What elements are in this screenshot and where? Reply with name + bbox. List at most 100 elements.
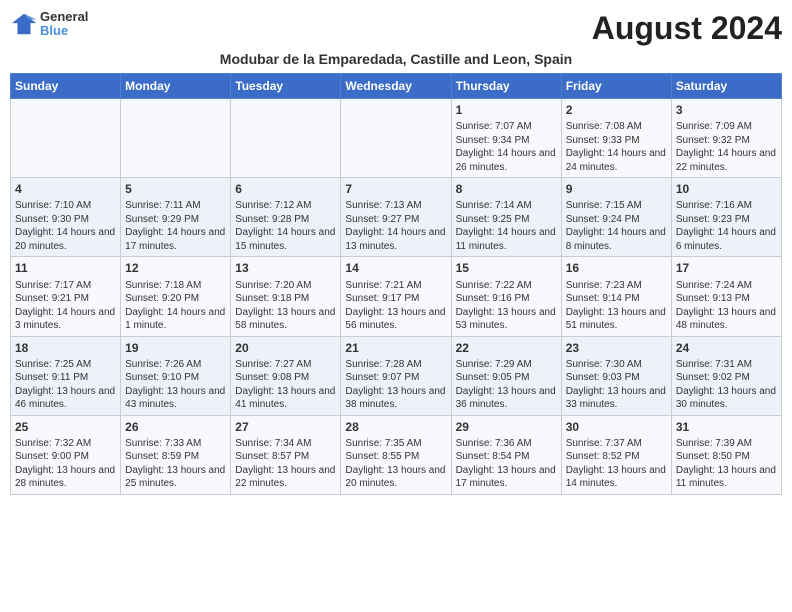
calendar-cell: 27 Sunrise: 7:34 AM Sunset: 8:57 PM Dayli… xyxy=(231,415,341,494)
day-number: 13 xyxy=(235,260,336,276)
day-info: Sunrise: 7:13 AM Sunset: 9:27 PM Dayligh… xyxy=(345,199,446,253)
day-number: 26 xyxy=(125,419,226,435)
calendar-cell: 26Sunrise: 7:33 AM Sunset: 8:59 PM Dayli… xyxy=(121,415,231,494)
day-number: 12 xyxy=(125,260,226,276)
calendar-week-row: 4 Sunrise: 7:10 AM Sunset: 9:30 PM Daylig… xyxy=(11,178,782,257)
day-info: Sunrise: 7:37 AM Sunset: 8:52 PM Dayligh… xyxy=(566,437,667,491)
day-number: 11 xyxy=(15,260,116,276)
weekday-header: Sunday xyxy=(11,74,121,99)
day-info: Sunrise: 7:29 AM Sunset: 9:05 PM Dayligh… xyxy=(456,358,557,412)
logo-icon xyxy=(10,10,38,38)
day-info: Sunrise: 7:26 AM Sunset: 9:10 PM Dayligh… xyxy=(125,358,226,412)
day-info: Sunrise: 7:30 AM Sunset: 9:03 PM Dayligh… xyxy=(566,358,667,412)
calendar-cell xyxy=(231,99,341,178)
day-number: 7 xyxy=(345,181,446,197)
day-number: 20 xyxy=(235,340,336,356)
day-number: 2 xyxy=(566,102,667,118)
calendar-cell: 10Sunrise: 7:16 AM Sunset: 9:23 PM Dayli… xyxy=(671,178,781,257)
calendar-cell: 7 Sunrise: 7:13 AM Sunset: 9:27 PM Daylig… xyxy=(341,178,451,257)
calendar-week-row: 18 Sunrise: 7:25 AM Sunset: 9:11 PM Dayli… xyxy=(11,336,782,415)
logo: General Blue xyxy=(10,10,88,39)
calendar-cell: 16 Sunrise: 7:23 AM Sunset: 9:14 PM Dayli… xyxy=(561,257,671,336)
day-number: 16 xyxy=(566,260,667,276)
calendar-cell: 2 Sunrise: 7:08 AM Sunset: 9:33 PM Daylig… xyxy=(561,99,671,178)
day-number: 3 xyxy=(676,102,777,118)
day-info: Sunrise: 7:15 AM Sunset: 9:24 PM Dayligh… xyxy=(566,199,667,253)
day-number: 21 xyxy=(345,340,446,356)
calendar-cell: 20 Sunrise: 7:27 AM Sunset: 9:08 PM Dayli… xyxy=(231,336,341,415)
calendar-cell: 6 Sunrise: 7:12 AM Sunset: 9:28 PM Daylig… xyxy=(231,178,341,257)
weekday-header: Friday xyxy=(561,74,671,99)
day-info: Sunrise: 7:17 AM Sunset: 9:21 PM Dayligh… xyxy=(15,279,116,333)
day-number: 9 xyxy=(566,181,667,197)
day-info: Sunrise: 7:32 AM Sunset: 9:00 PM Dayligh… xyxy=(15,437,116,491)
location-subtitle: Modubar de la Emparedada, Castille and L… xyxy=(10,51,782,67)
day-info: Sunrise: 7:34 AM Sunset: 8:57 PM Dayligh… xyxy=(235,437,336,491)
calendar-cell xyxy=(11,99,121,178)
day-info: Sunrise: 7:36 AM Sunset: 8:54 PM Dayligh… xyxy=(456,437,557,491)
weekday-header-row: SundayMondayTuesdayWednesdayThursdayFrid… xyxy=(11,74,782,99)
calendar-cell: 24Sunrise: 7:31 AM Sunset: 9:02 PM Dayli… xyxy=(671,336,781,415)
page-header: General Blue August 2024 xyxy=(10,10,782,47)
day-number: 22 xyxy=(456,340,557,356)
calendar-cell: 1Sunrise: 7:07 AM Sunset: 9:34 PM Daylig… xyxy=(451,99,561,178)
day-info: Sunrise: 7:08 AM Sunset: 9:33 PM Dayligh… xyxy=(566,120,667,174)
day-number: 19 xyxy=(125,340,226,356)
day-number: 8 xyxy=(456,181,557,197)
day-info: Sunrise: 7:28 AM Sunset: 9:07 PM Dayligh… xyxy=(345,358,446,412)
calendar-cell: 14 Sunrise: 7:21 AM Sunset: 9:17 PM Dayli… xyxy=(341,257,451,336)
day-number: 27 xyxy=(235,419,336,435)
calendar-cell: 22 Sunrise: 7:29 AM Sunset: 9:05 PM Dayli… xyxy=(451,336,561,415)
calendar-cell: 3 Sunrise: 7:09 AM Sunset: 9:32 PM Daylig… xyxy=(671,99,781,178)
day-number: 23 xyxy=(566,340,667,356)
day-info: Sunrise: 7:27 AM Sunset: 9:08 PM Dayligh… xyxy=(235,358,336,412)
day-info: Sunrise: 7:09 AM Sunset: 9:32 PM Dayligh… xyxy=(676,120,777,174)
calendar-week-row: 25Sunrise: 7:32 AM Sunset: 9:00 PM Dayli… xyxy=(11,415,782,494)
day-number: 18 xyxy=(15,340,116,356)
day-info: Sunrise: 7:24 AM Sunset: 9:13 PM Dayligh… xyxy=(676,279,777,333)
calendar-cell: 21 Sunrise: 7:28 AM Sunset: 9:07 PM Dayli… xyxy=(341,336,451,415)
weekday-header: Monday xyxy=(121,74,231,99)
day-number: 6 xyxy=(235,181,336,197)
calendar-cell: 5Sunrise: 7:11 AM Sunset: 9:29 PM Daylig… xyxy=(121,178,231,257)
calendar-cell: 23 Sunrise: 7:30 AM Sunset: 9:03 PM Dayli… xyxy=(561,336,671,415)
calendar-cell: 28 Sunrise: 7:35 AM Sunset: 8:55 PM Dayli… xyxy=(341,415,451,494)
calendar-cell: 4 Sunrise: 7:10 AM Sunset: 9:30 PM Daylig… xyxy=(11,178,121,257)
calendar-cell: 30 Sunrise: 7:37 AM Sunset: 8:52 PM Dayli… xyxy=(561,415,671,494)
day-info: Sunrise: 7:20 AM Sunset: 9:18 PM Dayligh… xyxy=(235,279,336,333)
calendar-cell: 18 Sunrise: 7:25 AM Sunset: 9:11 PM Dayli… xyxy=(11,336,121,415)
day-number: 14 xyxy=(345,260,446,276)
day-number: 4 xyxy=(15,181,116,197)
day-number: 29 xyxy=(456,419,557,435)
day-info: Sunrise: 7:18 AM Sunset: 9:20 PM Dayligh… xyxy=(125,279,226,333)
calendar-week-row: 11 Sunrise: 7:17 AM Sunset: 9:21 PM Dayli… xyxy=(11,257,782,336)
day-number: 1 xyxy=(456,102,557,118)
calendar-cell: 8 Sunrise: 7:14 AM Sunset: 9:25 PM Daylig… xyxy=(451,178,561,257)
day-number: 10 xyxy=(676,181,777,197)
weekday-header: Wednesday xyxy=(341,74,451,99)
day-info: Sunrise: 7:22 AM Sunset: 9:16 PM Dayligh… xyxy=(456,279,557,333)
day-info: Sunrise: 7:21 AM Sunset: 9:17 PM Dayligh… xyxy=(345,279,446,333)
day-number: 30 xyxy=(566,419,667,435)
day-info: Sunrise: 7:10 AM Sunset: 9:30 PM Dayligh… xyxy=(15,199,116,253)
day-info: Sunrise: 7:12 AM Sunset: 9:28 PM Dayligh… xyxy=(235,199,336,253)
calendar-cell: 9 Sunrise: 7:15 AM Sunset: 9:24 PM Daylig… xyxy=(561,178,671,257)
calendar-cell: 19 Sunrise: 7:26 AM Sunset: 9:10 PM Dayli… xyxy=(121,336,231,415)
calendar-cell: 17Sunrise: 7:24 AM Sunset: 9:13 PM Dayli… xyxy=(671,257,781,336)
calendar-cell: 13 Sunrise: 7:20 AM Sunset: 9:18 PM Dayli… xyxy=(231,257,341,336)
day-info: Sunrise: 7:14 AM Sunset: 9:25 PM Dayligh… xyxy=(456,199,557,253)
calendar-cell: 29 Sunrise: 7:36 AM Sunset: 8:54 PM Dayli… xyxy=(451,415,561,494)
calendar-cell: 15Sunrise: 7:22 AM Sunset: 9:16 PM Dayli… xyxy=(451,257,561,336)
day-number: 5 xyxy=(125,181,226,197)
calendar-week-row: 1Sunrise: 7:07 AM Sunset: 9:34 PM Daylig… xyxy=(11,99,782,178)
calendar-cell: 31Sunrise: 7:39 AM Sunset: 8:50 PM Dayli… xyxy=(671,415,781,494)
weekday-header: Thursday xyxy=(451,74,561,99)
day-number: 28 xyxy=(345,419,446,435)
calendar-cell xyxy=(121,99,231,178)
day-info: Sunrise: 7:35 AM Sunset: 8:55 PM Dayligh… xyxy=(345,437,446,491)
day-info: Sunrise: 7:23 AM Sunset: 9:14 PM Dayligh… xyxy=(566,279,667,333)
calendar-cell: 25Sunrise: 7:32 AM Sunset: 9:00 PM Dayli… xyxy=(11,415,121,494)
day-info: Sunrise: 7:39 AM Sunset: 8:50 PM Dayligh… xyxy=(676,437,777,491)
day-info: Sunrise: 7:25 AM Sunset: 9:11 PM Dayligh… xyxy=(15,358,116,412)
day-info: Sunrise: 7:31 AM Sunset: 9:02 PM Dayligh… xyxy=(676,358,777,412)
